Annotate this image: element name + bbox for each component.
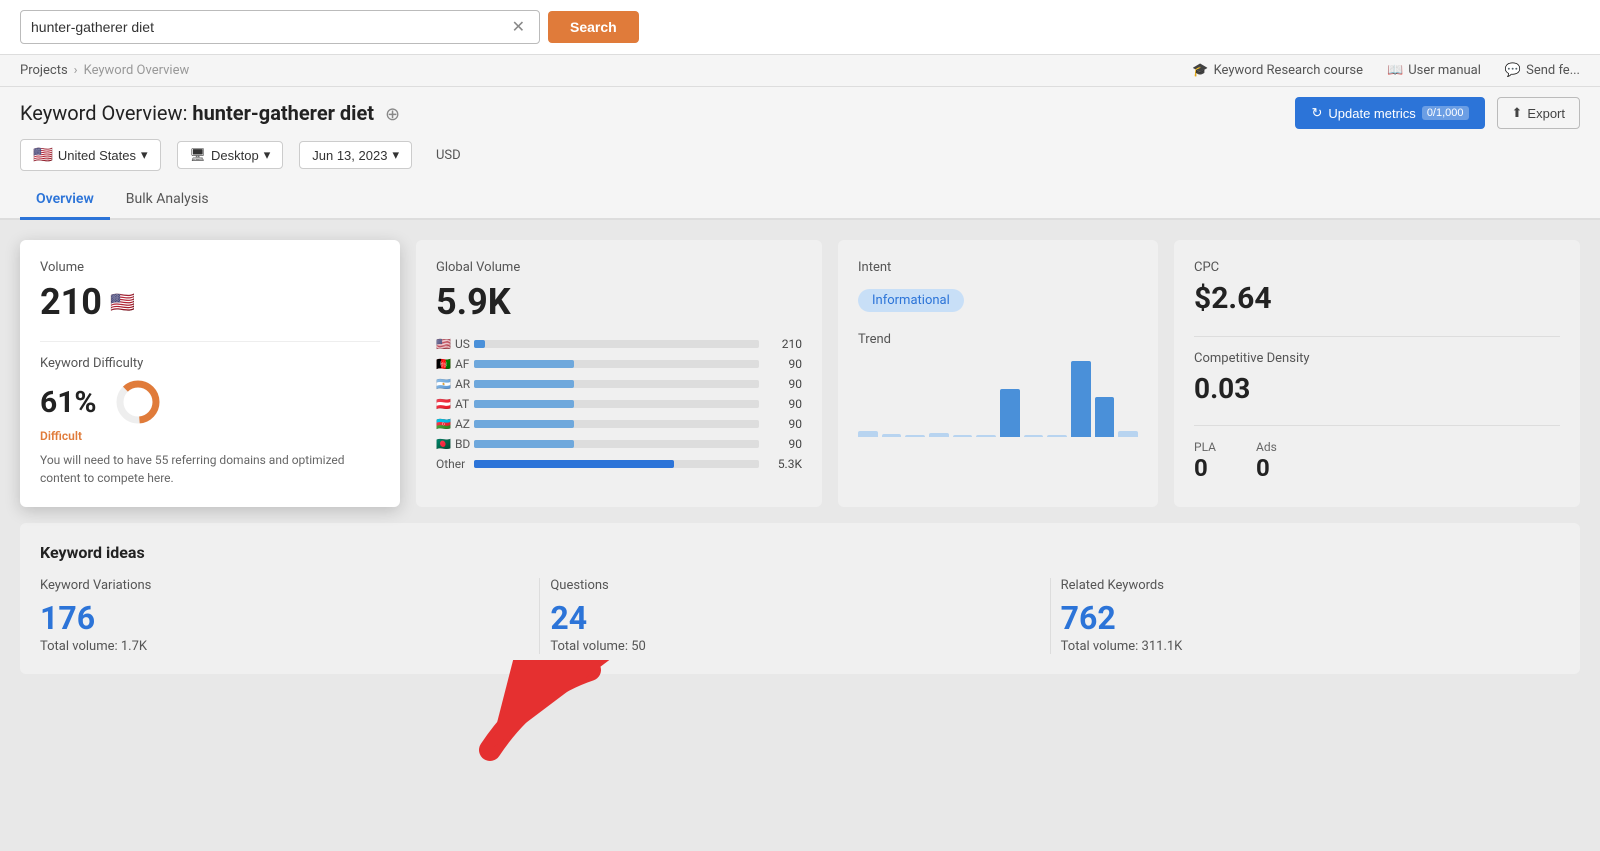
keyword-ideas-card: Keyword ideas Keyword Variations 176 Tot… xyxy=(20,523,1580,674)
cpc-label: CPC xyxy=(1194,260,1560,275)
cpc-card: CPC $2.64 Competitive Density 0.03 PLA 0… xyxy=(1174,240,1580,507)
currency-label: USD xyxy=(428,143,469,168)
search-bar: ✕ Search xyxy=(0,0,1600,55)
red-arrow-overlay xyxy=(450,660,610,784)
pla-ads-row: PLA 0 Ads 0 xyxy=(1194,425,1560,482)
kd-description: You will need to have 55 referring domai… xyxy=(40,451,380,487)
device-filter[interactable]: 🖥 Desktop ▾ xyxy=(177,141,284,169)
chevron-icon: ▾ xyxy=(141,147,148,163)
global-volume-label: Global Volume xyxy=(436,260,802,275)
update-metrics-button[interactable]: ↻ Update metrics 0/1,000 xyxy=(1295,97,1484,129)
ads-item: Ads 0 xyxy=(1256,440,1277,482)
related-col: Related Keywords 762 Total volume: 311.1… xyxy=(1051,578,1560,654)
top-nav-links: 🎓 Keyword Research course 📖 User manual … xyxy=(1192,63,1580,78)
chevron-icon-2: ▾ xyxy=(264,147,271,163)
page-header: Keyword Overview: hunter-gatherer diet ⊕… xyxy=(0,87,1600,129)
tab-overview[interactable]: Overview xyxy=(20,181,110,220)
date-filter[interactable]: Jun 13, 2023 ▾ xyxy=(299,141,412,169)
questions-label: Questions xyxy=(550,578,1019,593)
user-manual-link[interactable]: 📖 User manual xyxy=(1387,63,1481,78)
tabs-row: Overview Bulk Analysis xyxy=(0,181,1600,220)
filters-row: 🇺🇸 United States ▾ 🖥 Desktop ▾ Jun 13, 2… xyxy=(0,129,1600,181)
questions-col: Questions 24 Total volume: 50 xyxy=(540,578,1050,654)
variations-volume: Total volume: 1.7K xyxy=(40,639,509,654)
questions-count[interactable]: 24 xyxy=(550,599,1019,637)
send-feedback-link[interactable]: 💬 Send fe... xyxy=(1505,63,1580,78)
keyword-ideas-title: Keyword ideas xyxy=(40,543,1560,562)
pla-label: PLA xyxy=(1194,440,1216,454)
cpc-value: $2.64 xyxy=(1194,281,1560,316)
intent-badge: Informational xyxy=(858,289,964,312)
pla-item: PLA 0 xyxy=(1194,440,1216,482)
volume-value: 210 🇺🇸 xyxy=(40,281,380,323)
desktop-icon: 🖥 xyxy=(190,147,207,163)
country-filter[interactable]: 🇺🇸 United States ▾ xyxy=(20,139,161,171)
kd-label: Keyword Difficulty xyxy=(40,356,380,371)
search-input[interactable] xyxy=(31,19,508,35)
header-actions: ↻ Update metrics 0/1,000 ⬆ Export xyxy=(1295,97,1580,129)
kd-section: Keyword Difficulty 61% Difficult You wil… xyxy=(40,341,380,487)
clear-button[interactable]: ✕ xyxy=(508,17,529,37)
feedback-icon: 💬 xyxy=(1505,63,1521,78)
breadcrumb-root[interactable]: Projects xyxy=(20,63,68,78)
book-icon: 📖 xyxy=(1387,63,1403,78)
kd-level: Difficult xyxy=(40,429,380,443)
questions-volume: Total volume: 50 xyxy=(550,639,1019,654)
comp-density-value: 0.03 xyxy=(1194,372,1560,405)
bar-row-bd: 🇧🇩 BD 90 xyxy=(436,437,802,451)
intent-card: Intent Informational Trend xyxy=(838,240,1158,507)
related-count[interactable]: 762 xyxy=(1061,599,1530,637)
global-volume-card: Global Volume 5.9K 🇺🇸 US 210 🇦🇫 AF 90 🇦🇷… xyxy=(416,240,822,507)
bar-row-az: 🇦🇿 AZ 90 xyxy=(436,417,802,431)
metrics-quota-badge: 0/1,000 xyxy=(1422,106,1469,120)
keyword-course-link[interactable]: 🎓 Keyword Research course xyxy=(1192,63,1363,78)
kd-donut-chart xyxy=(113,377,163,427)
volume-label: Volume xyxy=(40,260,380,275)
ads-value: 0 xyxy=(1256,454,1277,482)
related-volume: Total volume: 311.1K xyxy=(1061,639,1530,654)
tab-bulk-analysis[interactable]: Bulk Analysis xyxy=(110,181,225,220)
add-keyword-button[interactable]: ⊕ xyxy=(385,104,400,125)
volume-flag: 🇺🇸 xyxy=(110,290,135,314)
page-title: Keyword Overview: hunter-gatherer diet ⊕ xyxy=(20,101,400,125)
graduation-icon: 🎓 xyxy=(1192,63,1208,78)
variations-count[interactable]: 176 xyxy=(40,599,509,637)
bar-row-ar: 🇦🇷 AR 90 xyxy=(436,377,802,391)
trend-label: Trend xyxy=(858,332,1138,347)
kd-row: 61% xyxy=(40,377,380,427)
main-content: Volume 210 🇺🇸 Keyword Difficulty 61% Dif… xyxy=(0,220,1600,694)
bar-row-other: Other 5.3K xyxy=(436,457,802,471)
comp-density-section: Competitive Density 0.03 xyxy=(1194,336,1560,405)
ads-label: Ads xyxy=(1256,440,1277,454)
breadcrumb-current: Keyword Overview xyxy=(84,63,190,78)
keyword-ideas-row: Keyword Variations 176 Total volume: 1.7… xyxy=(40,578,1560,654)
search-input-wrapper: ✕ xyxy=(20,10,540,44)
top-nav: Projects › Keyword Overview 🎓 Keyword Re… xyxy=(0,55,1600,87)
us-flag: 🇺🇸 xyxy=(33,145,53,165)
volume-card: Volume 210 🇺🇸 Keyword Difficulty 61% Dif… xyxy=(20,240,400,507)
trend-section: Trend xyxy=(858,332,1138,437)
related-label: Related Keywords xyxy=(1061,578,1530,593)
variations-col: Keyword Variations 176 Total volume: 1.7… xyxy=(40,578,540,654)
global-volume-value: 5.9K xyxy=(436,281,802,323)
pla-value: 0 xyxy=(1194,454,1216,482)
chevron-icon-3: ▾ xyxy=(392,147,399,163)
bar-row-af: 🇦🇫 AF 90 xyxy=(436,357,802,371)
refresh-icon: ↻ xyxy=(1311,105,1322,121)
trend-bars xyxy=(858,357,1138,437)
export-button[interactable]: ⬆ Export xyxy=(1497,97,1580,129)
export-icon: ⬆ xyxy=(1512,105,1523,121)
variations-label: Keyword Variations xyxy=(40,578,509,593)
breadcrumb: Projects › Keyword Overview xyxy=(20,63,189,78)
intent-label: Intent xyxy=(858,260,1138,275)
comp-density-label: Competitive Density xyxy=(1194,351,1560,366)
bar-row-at: 🇦🇹 AT 90 xyxy=(436,397,802,411)
breadcrumb-separator: › xyxy=(74,63,78,78)
kd-percent: 61% xyxy=(40,385,97,420)
search-button[interactable]: Search xyxy=(548,11,639,43)
cards-row: Volume 210 🇺🇸 Keyword Difficulty 61% Dif… xyxy=(20,240,1580,507)
bar-row-us: 🇺🇸 US 210 xyxy=(436,337,802,351)
